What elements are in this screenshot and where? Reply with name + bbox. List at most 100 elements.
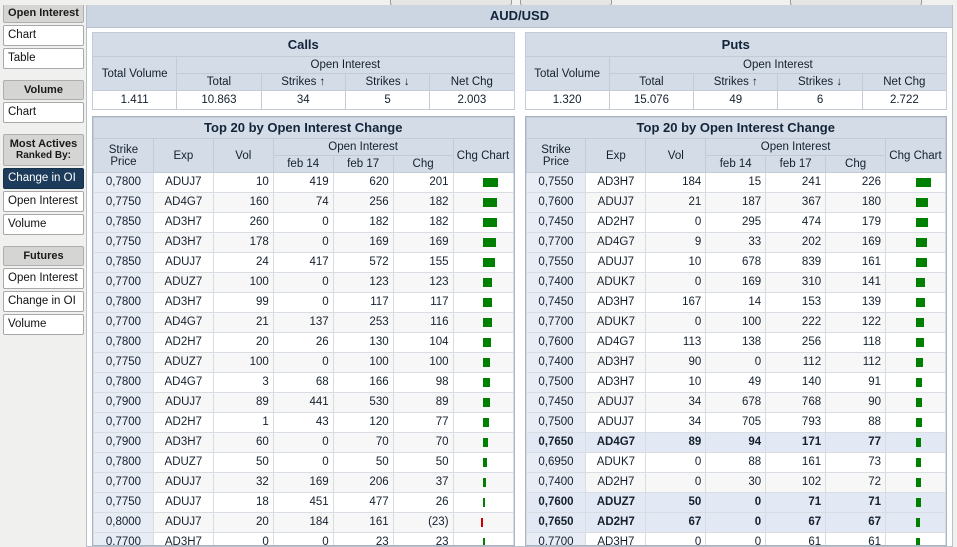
chg-bar-positive	[916, 378, 922, 387]
cell-strike-price: 0,7800	[94, 173, 154, 193]
table-row[interactable]: 0,7750AD3H71780169169	[94, 233, 514, 253]
puts-th-vol[interactable]: Vol	[646, 139, 706, 173]
sidebar-item-volume[interactable]: Volume	[3, 314, 84, 335]
chg-bar-positive	[483, 178, 498, 187]
cell-chg-chart	[453, 273, 513, 293]
table-row[interactable]: 0,7900ADUJ78944153089	[94, 393, 514, 413]
sidebar-item-chart[interactable]: Chart	[3, 102, 84, 123]
cell-strike-price: 0,7450	[526, 213, 586, 233]
table-row[interactable]: 0,7550AD3H718415241226	[526, 173, 946, 193]
table-row[interactable]: 0,7900AD3H76007070	[94, 433, 514, 453]
table-row[interactable]: 0,7750ADUZ71000100100	[94, 353, 514, 373]
calls-th-vol[interactable]: Vol	[213, 139, 273, 173]
chg-bar-track	[886, 455, 945, 470]
sidebar-item-volume[interactable]: Volume	[3, 214, 84, 235]
puts-strikes-down-header: Strikes ↓	[778, 74, 862, 91]
cell-vol: 89	[646, 433, 706, 453]
cell-exp: ADUJ7	[586, 393, 646, 413]
puts-th-strike-price[interactable]: Strike Price	[526, 139, 586, 173]
cell-vol: 18	[213, 493, 273, 513]
chg-bar-track	[886, 335, 945, 350]
toolbar-button-fragment-2[interactable]	[520, 0, 612, 5]
puts-th-exp[interactable]: Exp	[586, 139, 646, 173]
table-row[interactable]: 0,7500ADUJ73470579388	[526, 413, 946, 433]
table-row[interactable]: 0,7450AD3H716714153139	[526, 293, 946, 313]
calls-th-chg[interactable]: Chg	[393, 156, 453, 173]
table-row[interactable]: 0,7600ADUZ75007171	[526, 493, 946, 513]
cell-oi-prev: 0	[273, 353, 333, 373]
table-row[interactable]: 0,7700ADUJ73216920637	[94, 473, 514, 493]
cell-strike-price: 0,7850	[94, 253, 154, 273]
cell-oi-chg: 201	[393, 173, 453, 193]
table-row[interactable]: 0,7750AD4G716074256182	[94, 193, 514, 213]
chg-bar-track	[886, 515, 945, 530]
calls-th-date-curr[interactable]: feb 17	[333, 156, 393, 173]
puts-th-date-curr[interactable]: feb 17	[766, 156, 826, 173]
sidebar-item-open-interest[interactable]: Open Interest	[3, 191, 84, 212]
table-row[interactable]: 0,7600AD4G7113138256118	[526, 333, 946, 353]
table-row[interactable]: 0,7650AD2H76706767	[526, 513, 946, 533]
cell-oi-curr: 202	[766, 233, 826, 253]
chg-bar-track	[886, 375, 945, 390]
cell-vol: 0	[646, 453, 706, 473]
cell-oi-prev: 419	[273, 173, 333, 193]
puts-summary-row: 1.320 15.076 49 6 2.722	[525, 91, 947, 110]
puts-net-chg-value: 2.722	[862, 91, 946, 110]
table-row[interactable]: 0,7550ADUJ710678839161	[526, 253, 946, 273]
table-row[interactable]: 0,7400AD2H703010272	[526, 473, 946, 493]
calls-table-wrapper: Top 20 by Open Interest Change Strike Pr…	[92, 116, 515, 546]
table-row[interactable]: 0,7700AD4G721137253116	[94, 313, 514, 333]
puts-th-date-prev[interactable]: feb 14	[706, 156, 766, 173]
cell-oi-prev: 43	[273, 413, 333, 433]
calls-th-date-prev[interactable]: feb 14	[273, 156, 333, 173]
cell-oi-prev: 0	[706, 513, 766, 533]
puts-th-chg[interactable]: Chg	[826, 156, 886, 173]
table-row[interactable]: 0,7500AD3H7104914091	[526, 373, 946, 393]
table-row[interactable]: 0,7700ADUZ71000123123	[94, 273, 514, 293]
table-row[interactable]: 0,7850AD3H72600182182	[94, 213, 514, 233]
table-row[interactable]: 0,7800AD2H72026130104	[94, 333, 514, 353]
table-row[interactable]: 0,7800ADUJ710419620201	[94, 173, 514, 193]
sidebar-item-open-interest[interactable]: Open Interest	[3, 268, 84, 289]
table-row[interactable]: 0,7450ADUJ73467876890	[526, 393, 946, 413]
table-row[interactable]: 0,7700ADUK70100222122	[526, 313, 946, 333]
chg-bar-positive	[916, 358, 923, 367]
calls-th-exp[interactable]: Exp	[153, 139, 213, 173]
table-row[interactable]: 0,6950ADUK708816173	[526, 453, 946, 473]
table-row[interactable]: 0,7850ADUJ724417572155	[94, 253, 514, 273]
table-row[interactable]: 0,7700AD3H7006161	[526, 533, 946, 547]
cell-oi-chg: 100	[393, 353, 453, 373]
cell-exp: ADUJ7	[153, 493, 213, 513]
cell-oi-prev: 184	[273, 513, 333, 533]
sidebar-group-header-volume: Volume	[3, 80, 84, 100]
table-row[interactable]: 0,7400ADUK70169310141	[526, 273, 946, 293]
toolbar-button-fragment-1[interactable]	[390, 0, 512, 5]
table-row[interactable]: 0,7800AD4G736816698	[94, 373, 514, 393]
table-row[interactable]: 0,7600ADUJ721187367180	[526, 193, 946, 213]
table-row[interactable]: 0,7650AD4G7899417177	[526, 433, 946, 453]
cell-oi-prev: 169	[706, 273, 766, 293]
table-row[interactable]: 0,7400AD3H7900112112	[526, 353, 946, 373]
table-row[interactable]: 0,7700AD2H714312077	[94, 413, 514, 433]
sidebar-item-change-in-oi[interactable]: Change in OI	[3, 168, 84, 189]
cell-oi-curr: 130	[333, 333, 393, 353]
calls-th-strike-price[interactable]: Strike Price	[94, 139, 154, 173]
calls-total-volume-value: 1.411	[93, 91, 177, 110]
calls-table-body: 0,7800ADUJ7104196202010,7750AD4G71607425…	[94, 173, 514, 547]
chg-bar-positive	[916, 518, 920, 527]
cell-strike-price: 0,7600	[526, 333, 586, 353]
cell-strike-price: 0,7900	[94, 433, 154, 453]
sidebar-item-chart[interactable]: Chart	[3, 25, 84, 46]
table-row[interactable]: 0,7800AD3H7990117117	[94, 293, 514, 313]
table-row[interactable]: 0,7700AD3H7002323	[94, 533, 514, 547]
table-row[interactable]: 0,7700AD4G7933202169	[526, 233, 946, 253]
table-row[interactable]: 0,7450AD2H70295474179	[526, 213, 946, 233]
cell-vol: 21	[213, 313, 273, 333]
sidebar-item-change-in-oi[interactable]: Change in OI	[3, 291, 84, 312]
table-row[interactable]: 0,8000ADUJ720184161(23)	[94, 513, 514, 533]
cell-exp: ADUJ7	[153, 393, 213, 413]
table-row[interactable]: 0,7800ADUZ75005050	[94, 453, 514, 473]
sidebar-item-table[interactable]: Table	[3, 48, 84, 69]
table-row[interactable]: 0,7750ADUJ71845147726	[94, 493, 514, 513]
toolbar-button-fragment-3[interactable]	[790, 0, 922, 5]
